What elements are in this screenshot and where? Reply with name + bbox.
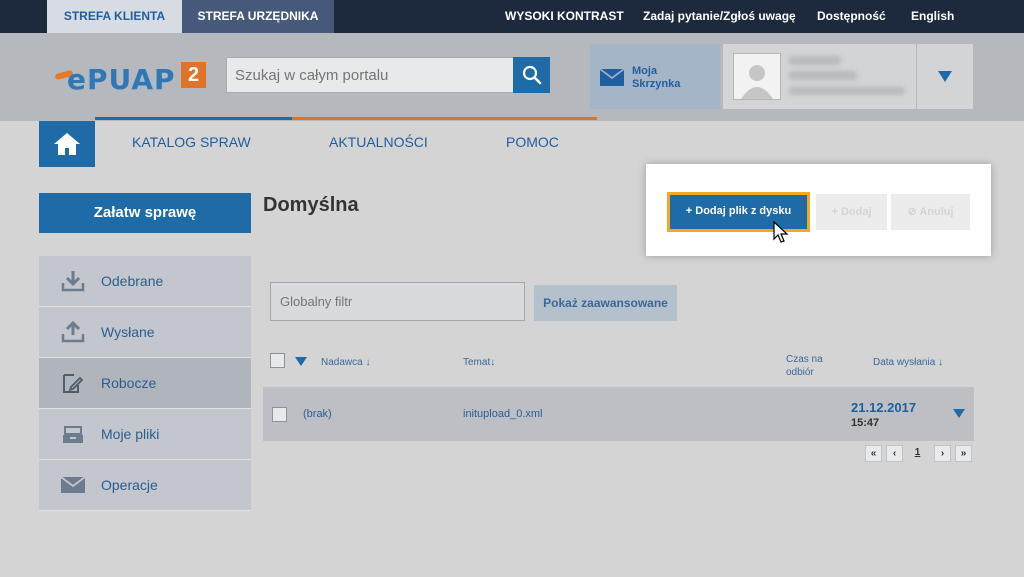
sidebar-item-my-files[interactable]: Moje pliki [39,409,251,460]
ask-question-link[interactable]: Zadaj pytanie/Zgłoś uwagę [643,0,796,33]
sidebar-item-received[interactable]: Odebrane [39,256,251,307]
row-sender: (brak) [303,408,332,420]
plus-icon: + [831,206,841,218]
envelope-icon [600,69,624,86]
chevron-down-icon [938,71,952,82]
row-expand-chevron-down-icon[interactable] [953,409,965,418]
column-header-subject-label: Temat [463,357,491,368]
user-name-blurred [789,56,841,65]
search-icon [522,65,541,85]
row-date: 21.12.2017 [851,400,917,415]
pager-first-button[interactable]: « [865,445,882,462]
sidebar-item-label: Odebrane [101,273,164,289]
row-subject[interactable]: initupload_0.xml [463,408,543,420]
inbox-download-icon [61,271,85,292]
pager-last-button[interactable]: » [955,445,972,462]
column-header-sender-label: Nadawca [321,357,363,368]
column-header-subject[interactable]: Temat↓ [463,357,495,368]
mouse-pointer-icon [773,221,789,243]
sort-arrow-icon: ↓ [365,357,371,368]
sort-arrow-icon: ↓ [938,357,944,368]
search-box [226,57,514,93]
user-panel[interactable] [723,44,916,109]
files-tray-icon [63,426,83,443]
row-time: 15:47 [851,417,880,429]
logo-text: ePUAP [67,63,176,96]
column-header-sender[interactable]: Nadawca ↓ [321,357,370,368]
sort-arrow-icon: ↓ [490,357,496,368]
global-filter-input[interactable] [270,282,525,321]
column-header-pickup-time-line1: Czas na [786,354,823,365]
cancel-icon: ⊘ [907,206,920,218]
add-button-label: Dodaj [840,206,872,218]
mailbox-button[interactable]: Moja Skrzynka [590,44,720,109]
draft-edit-icon [63,374,84,393]
avatar [733,53,781,100]
user-surname-blurred [789,71,857,80]
user-placeholder-icon [741,65,773,99]
mailbox-label: Moja Skrzynka [632,65,681,90]
nav-item-help[interactable]: POMOC [506,134,559,150]
column-header-sent-date-label: Data wysłania [873,357,936,368]
high-contrast-link[interactable]: WYSOKI KONTRAST [505,0,624,33]
column-header-pickup-time: Czas na odbiór [786,353,823,379]
pager-prev-button[interactable]: ‹ [886,445,903,462]
nav-underline-help [467,117,597,120]
zone-official-tab[interactable]: STREFA URZĘDNIKA [182,0,334,33]
nav-underline-catalog [95,117,292,120]
language-link[interactable]: English [911,0,954,33]
show-advanced-button[interactable]: Pokaż zaawansowane [534,285,677,321]
accessibility-link[interactable]: Dostępność [817,0,886,33]
user-menu-toggle[interactable] [917,44,973,109]
column-header-sent-date[interactable]: Data wysłania ↓ [873,357,943,368]
zone-client-tab[interactable]: STREFA KLIENTA [47,0,182,33]
nav-item-news[interactable]: AKTUALNOŚCI [329,134,428,150]
logo-version-badge: 2 [181,62,206,88]
home-icon [54,133,80,155]
row-checkbox[interactable] [272,407,287,422]
envelope-icon [61,476,85,493]
select-all-checkbox[interactable] [270,353,285,368]
sidebar-item-drafts[interactable]: Robocze [39,358,251,409]
cancel-button-label: Anuluj [919,206,954,218]
sidebar-item-label: Robocze [101,375,157,391]
sidebar-item-label: Wysłane [101,324,155,340]
sidebar-item-sent[interactable]: Wysłane [39,307,251,358]
search-input[interactable] [227,58,513,92]
sidebar-menu: Odebrane Wysłane Robocze Moje pliki Oper… [39,256,251,511]
home-button[interactable] [39,121,95,167]
nav-underline-news [292,117,467,120]
search-button[interactable] [513,57,550,93]
sidebar-item-label: Operacje [101,477,158,493]
cancel-button[interactable]: ⊘ Anuluj [891,194,970,230]
bulk-actions-dropdown-icon[interactable] [295,357,307,366]
nav-item-catalog[interactable]: KATALOG SPRAW [132,134,251,150]
page-title: Domyślna [263,194,359,216]
solve-case-button[interactable]: Załatw sprawę [39,193,251,233]
sidebar-item-operations[interactable]: Operacje [39,460,251,511]
table-row[interactable]: (brak) initupload_0.xml 21.12.2017 15:47 [263,387,974,441]
sidebar-item-label: Moje pliki [101,426,160,442]
add-button[interactable]: + Dodaj [816,194,887,230]
column-header-pickup-time-line2: odbiór [786,367,814,378]
pager-next-button[interactable]: › [934,445,951,462]
epuap-logo[interactable]: ePUAP 2 [54,62,207,96]
outbox-upload-icon [61,321,85,343]
user-email-blurred [789,87,905,95]
pager-page-1[interactable]: 1 [909,445,926,462]
